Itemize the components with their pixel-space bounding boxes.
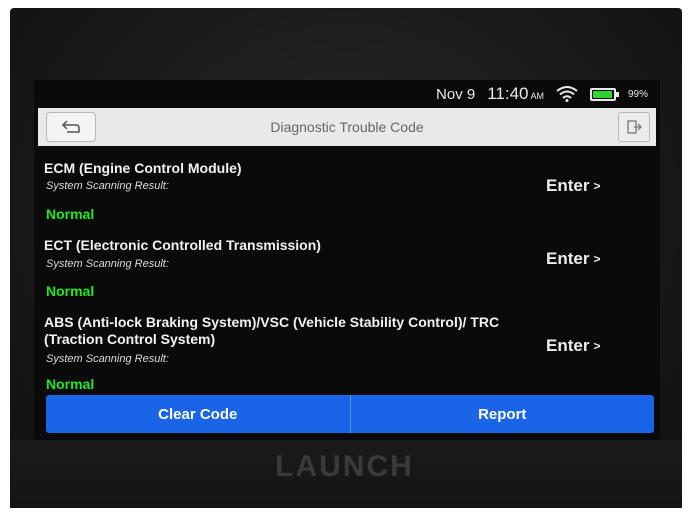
enter-label: Enter — [546, 336, 590, 355]
status-ampm: AM — [530, 91, 544, 101]
enter-button[interactable]: Enter > — [546, 336, 600, 356]
battery-icon — [589, 87, 619, 101]
back-button[interactable] — [46, 112, 96, 142]
back-arrow-icon — [61, 120, 80, 133]
clear-code-button[interactable]: Clear Code — [46, 395, 350, 433]
status-time: 11:40 AM — [487, 84, 544, 103]
enter-label: Enter — [546, 176, 590, 195]
wifi-icon — [556, 86, 578, 102]
system-name: ABS (Anti-lock Braking System)/VSC (Vehi… — [44, 314, 500, 347]
system-name: ECT (Electronic Controlled Transmission) — [44, 237, 321, 253]
exit-icon — [627, 120, 642, 134]
report-button[interactable]: Report — [351, 395, 655, 433]
title-bar: Diagnostic Trouble Code — [38, 108, 656, 146]
system-name: ECM (Engine Control Module) — [44, 160, 242, 176]
enter-button[interactable]: Enter > — [546, 249, 600, 269]
action-bar: Clear Code Report — [46, 395, 654, 433]
exit-button[interactable] — [618, 112, 650, 142]
chevron-right-icon: > — [593, 339, 601, 353]
status-date: Nov 9 — [436, 85, 476, 103]
scan-result-label: System Scanning Result: — [46, 353, 169, 365]
system-status: Normal — [46, 206, 95, 222]
battery-level: 99% — [627, 88, 648, 100]
enter-button[interactable]: Enter > — [546, 176, 600, 196]
chevron-right-icon: > — [593, 179, 601, 193]
status-bar: Nov 9 11:40 AM 99% — [34, 80, 660, 108]
chevron-right-icon: > — [593, 252, 601, 266]
screen: Nov 9 11:40 AM 99% Diagnostic Trouble Cod… — [34, 80, 660, 440]
enter-label: Enter — [546, 249, 590, 268]
scan-result-label: System Scanning Result: — [46, 180, 169, 192]
scan-result-label: System Scanning Result: — [46, 258, 169, 270]
system-status: Normal — [46, 376, 95, 392]
brand-logo: LAUNCH — [275, 450, 414, 483]
system-status: Normal — [46, 283, 95, 299]
page-title: Diagnostic Trouble Code — [270, 119, 424, 135]
